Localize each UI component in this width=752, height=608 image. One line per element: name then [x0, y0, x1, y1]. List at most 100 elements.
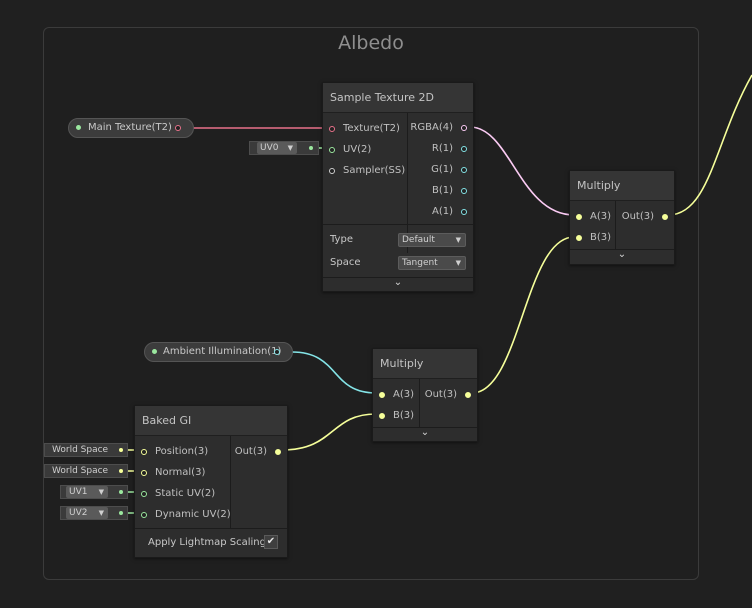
collapse-chevron-icon[interactable]: ⌄: [570, 249, 674, 260]
dropdown-arrow-icon: ▼: [455, 259, 461, 267]
lightmap-scaling-label: Apply Lightmap Scaling: [148, 537, 266, 548]
node-title[interactable]: Multiply: [570, 171, 674, 201]
dropdown-arrow-icon: ▼: [98, 509, 104, 517]
dropdown-arrow-icon: ▼: [287, 144, 293, 152]
uv-inline-field[interactable]: UV0 ▼: [249, 141, 319, 155]
port-label: B(3): [590, 232, 612, 243]
port-label: B(1): [431, 185, 453, 196]
field-value: UV2: [69, 508, 88, 518]
normal-port-icon: [141, 470, 147, 476]
multiply-node-top[interactable]: Multiply A(3) B(3) Out(3) ⌄: [569, 170, 675, 265]
port-divider: [407, 113, 408, 253]
type-label: Type: [330, 234, 353, 245]
lightmap-scaling-checkbox[interactable]: ✔: [264, 535, 278, 549]
port-label: Out(3): [234, 446, 267, 457]
port-label: UV(2): [343, 144, 372, 155]
static-uv-field[interactable]: UV1 ▼: [60, 485, 128, 499]
collapse-chevron-icon[interactable]: ⌄: [373, 427, 477, 438]
type-value: Default: [402, 235, 435, 245]
port-label: Sampler(SS): [343, 165, 406, 176]
sample-texture-2d-node[interactable]: Sample Texture 2D Texture(T2) UV(2) Samp…: [322, 82, 474, 292]
out-port-icon: [465, 392, 471, 398]
b-port-icon: [576, 235, 582, 241]
property-label: Main Texture(T2): [88, 122, 172, 133]
uv-connector-icon: [309, 146, 313, 150]
node-title[interactable]: Baked GI: [135, 406, 287, 436]
property-label: Ambient Illumination(1): [163, 346, 282, 357]
normal-space-field[interactable]: World Space: [44, 464, 128, 478]
field-value: UV1: [69, 487, 88, 497]
out-port-icon: [275, 449, 281, 455]
wire-mul-mid-to-top: [471, 236, 575, 394]
property-indicator-icon: [152, 349, 157, 354]
output-port-out[interactable]: Out(3): [622, 209, 668, 225]
sampler-port-icon: [329, 168, 335, 174]
dropdown-arrow-icon: ▼: [455, 236, 461, 244]
r-port-icon: [461, 146, 467, 152]
output-port-out[interactable]: Out(3): [425, 387, 471, 403]
out-port-icon: [662, 214, 668, 220]
dynamic-uv-dropdown[interactable]: UV2 ▼: [66, 507, 108, 519]
port-label: Normal(3): [155, 467, 206, 478]
port-label: Dynamic UV(2): [155, 509, 231, 520]
uv-dropdown-value: UV0: [260, 143, 279, 153]
connector-icon: [119, 448, 123, 452]
collapse-chevron-icon[interactable]: ⌄: [323, 277, 473, 288]
port-label: RGBA(4): [410, 122, 453, 133]
baked-gi-node[interactable]: Baked GI Position(3) Normal(3) Static UV…: [134, 405, 288, 558]
port-label: R(1): [431, 143, 453, 154]
dynamic-uv-port-icon: [141, 512, 147, 518]
port-divider: [615, 201, 616, 249]
connector-icon: [119, 490, 123, 494]
wire-ambient: [291, 351, 377, 394]
node-title[interactable]: Multiply: [373, 349, 477, 379]
g-port-icon: [461, 167, 467, 173]
output-port-a[interactable]: A(1): [432, 204, 467, 220]
uv-port-icon: [329, 147, 335, 153]
output-port-rgba[interactable]: RGBA(4): [410, 120, 467, 136]
wire-rgba: [469, 126, 575, 216]
texture-output-port-icon[interactable]: [175, 125, 181, 131]
dropdown-arrow-icon: ▼: [98, 488, 104, 496]
connector-icon: [119, 469, 123, 473]
texture-port-icon: [329, 126, 335, 132]
port-label: A(3): [393, 389, 415, 400]
port-label: Out(3): [621, 211, 654, 222]
port-label: Texture(T2): [343, 123, 400, 134]
output-port-g[interactable]: G(1): [431, 162, 467, 178]
section-divider: [135, 528, 287, 529]
type-dropdown[interactable]: Default ▼: [398, 233, 466, 247]
space-dropdown[interactable]: Tangent ▼: [398, 256, 466, 270]
position-port-icon: [141, 449, 147, 455]
ambient-illumination-property[interactable]: Ambient Illumination(1): [144, 342, 293, 362]
node-title[interactable]: Sample Texture 2D: [323, 83, 473, 113]
b-port-icon: [379, 413, 385, 419]
a-port-icon: [461, 209, 467, 215]
port-label: Out(3): [424, 389, 457, 400]
output-port-out[interactable]: Out(3): [235, 444, 281, 460]
port-label: G(1): [431, 164, 453, 175]
b-port-icon: [461, 188, 467, 194]
port-label: Position(3): [155, 446, 209, 457]
multiply-node-mid[interactable]: Multiply A(3) B(3) Out(3) ⌄: [372, 348, 478, 442]
property-indicator-icon: [76, 125, 81, 130]
a-port-icon: [379, 392, 385, 398]
section-divider: [323, 224, 473, 225]
output-port-b[interactable]: B(1): [432, 183, 467, 199]
position-space-field[interactable]: World Space: [44, 443, 128, 457]
static-uv-dropdown[interactable]: UV1 ▼: [66, 486, 108, 498]
main-texture-property[interactable]: Main Texture(T2): [68, 118, 194, 138]
port-label: Static UV(2): [155, 488, 216, 499]
wire-bakedgi: [281, 413, 377, 451]
port-label: B(3): [393, 410, 415, 421]
dynamic-uv-field[interactable]: UV2 ▼: [60, 506, 128, 520]
wire-out-top: [667, 74, 752, 216]
output-port-r[interactable]: R(1): [432, 141, 467, 157]
static-uv-port-icon: [141, 491, 147, 497]
space-value: Tangent: [402, 258, 438, 268]
space-label: Space: [330, 257, 361, 268]
field-value: World Space: [52, 445, 109, 455]
uv-dropdown[interactable]: UV0 ▼: [257, 142, 297, 154]
float-output-port-icon[interactable]: [274, 349, 280, 355]
port-label: A(1): [431, 206, 453, 217]
